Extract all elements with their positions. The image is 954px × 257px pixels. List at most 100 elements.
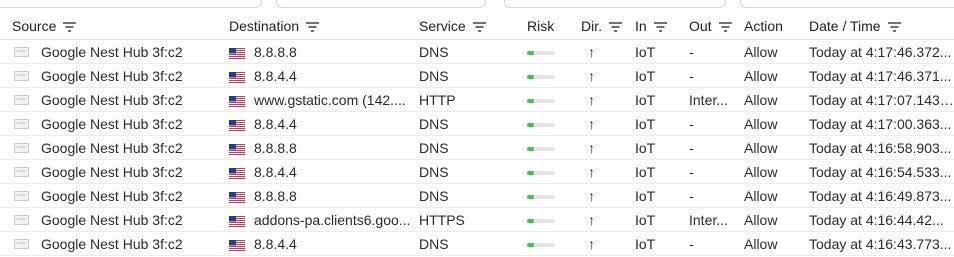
out-value: - xyxy=(689,163,694,180)
cell-source: Google Nest Hub 3f:c2 xyxy=(0,207,229,232)
device-icon xyxy=(14,214,29,225)
column-header-source[interactable]: Source xyxy=(0,12,229,40)
cell-destination: 8.8.4.4 xyxy=(229,111,419,136)
filter-icon[interactable] xyxy=(63,21,77,32)
column-header-label: Source xyxy=(12,17,57,34)
column-header-out[interactable]: Out xyxy=(689,12,744,40)
destination-value[interactable]: 8.8.8.8 xyxy=(254,140,297,156)
filter-icon[interactable] xyxy=(718,21,732,32)
cell-service: DNS xyxy=(419,183,527,208)
arrow-up-icon: ↑ xyxy=(588,67,595,84)
column-header-label: Service xyxy=(419,17,466,34)
filter-icon[interactable] xyxy=(472,21,486,32)
cell-service: DNS xyxy=(419,135,527,160)
table-row[interactable]: Google Nest Hub 3f:c2 8.8.4.4 DNS ↑ IoT - Allo… xyxy=(0,63,954,88)
cell-out: - xyxy=(689,111,744,136)
risk-meter xyxy=(527,194,555,199)
cell-datetime: Today at 4:16:58.903... xyxy=(809,135,954,160)
filter-control[interactable] xyxy=(504,0,726,8)
destination-value[interactable]: 8.8.4.4 xyxy=(254,236,297,252)
filter-icon[interactable] xyxy=(306,21,320,32)
source-name[interactable]: Google Nest Hub 3f:c2 xyxy=(41,44,183,60)
filter-icon[interactable] xyxy=(609,21,622,32)
in-value: IoT xyxy=(635,211,656,228)
cell-datetime: Today at 4:16:49.873... xyxy=(809,183,954,208)
table-row[interactable]: Google Nest Hub 3f:c2 8.8.8.8 DNS ↑ IoT - Allo… xyxy=(0,135,954,160)
cell-destination: 8.8.4.4 xyxy=(229,159,419,184)
table-row[interactable]: Google Nest Hub 3f:c2 8.8.8.8 DNS ↑ IoT - Allo… xyxy=(0,183,954,208)
out-value: - xyxy=(689,43,694,60)
datetime-value: Today at 4:16:49.873... xyxy=(809,187,952,204)
filter-control[interactable] xyxy=(740,0,954,8)
cell-action: Allow xyxy=(744,231,809,256)
table-row[interactable]: Google Nest Hub 3f:c2 8.8.8.8 DNS ↑ IoT - Allo… xyxy=(0,39,954,64)
table-row[interactable]: Google Nest Hub 3f:c2 addons-pa.clients6.… xyxy=(0,207,954,232)
service-value: HTTP xyxy=(419,91,456,108)
source-name[interactable]: Google Nest Hub 3f:c2 xyxy=(41,92,183,108)
datetime-value: Today at 4:17:07.143 ... xyxy=(809,91,954,108)
action-value: Allow xyxy=(744,43,778,60)
source-name[interactable]: Google Nest Hub 3f:c2 xyxy=(41,212,183,228)
source-name[interactable]: Google Nest Hub 3f:c2 xyxy=(41,140,183,156)
column-header-in[interactable]: In xyxy=(635,12,689,40)
cell-service: DNS xyxy=(419,231,527,256)
us-flag-icon xyxy=(229,118,245,131)
arrow-up-icon: ↑ xyxy=(588,163,595,180)
in-value: IoT xyxy=(635,115,656,132)
device-icon xyxy=(14,118,29,129)
source-name[interactable]: Google Nest Hub 3f:c2 xyxy=(41,116,183,132)
cell-service: DNS xyxy=(419,39,527,64)
source-name[interactable]: Google Nest Hub 3f:c2 xyxy=(41,164,183,180)
cell-service: HTTP xyxy=(419,87,527,112)
cell-destination: www.gstatic.com (142.... xyxy=(229,87,419,112)
cell-source: Google Nest Hub 3f:c2 xyxy=(0,159,229,184)
cell-in: IoT xyxy=(635,63,689,88)
cell-out: - xyxy=(689,135,744,160)
risk-meter xyxy=(527,122,555,127)
device-icon xyxy=(14,94,29,105)
column-header-destination[interactable]: Destination xyxy=(229,12,419,40)
risk-meter-fill xyxy=(527,146,534,151)
table-row[interactable]: Google Nest Hub 3f:c2 8.8.4.4 DNS ↑ IoT - Allo… xyxy=(0,231,954,256)
us-flag-icon xyxy=(229,190,245,203)
column-header-action[interactable]: Action xyxy=(744,12,809,40)
service-value: DNS xyxy=(419,187,449,204)
cell-in: IoT xyxy=(635,231,689,256)
source-name[interactable]: Google Nest Hub 3f:c2 xyxy=(41,236,183,252)
cell-destination: 8.8.4.4 xyxy=(229,63,419,88)
source-name[interactable]: Google Nest Hub 3f:c2 xyxy=(41,68,183,84)
out-value: - xyxy=(689,187,694,204)
destination-value[interactable]: 8.8.4.4 xyxy=(254,164,297,180)
us-flag-icon xyxy=(229,70,245,83)
column-header-label: Date / Time xyxy=(809,17,881,34)
risk-meter xyxy=(527,74,555,79)
action-value: Allow xyxy=(744,187,778,204)
destination-value[interactable]: 8.8.4.4 xyxy=(254,68,297,84)
table-row[interactable]: Google Nest Hub 3f:c2 8.8.4.4 DNS ↑ IoT - Allo… xyxy=(0,111,954,136)
destination-value[interactable]: addons-pa.clients6.goo... xyxy=(254,212,410,228)
out-value: Inter... xyxy=(689,211,728,228)
arrow-up-icon: ↑ xyxy=(588,91,595,108)
column-header-direction[interactable]: Dir. xyxy=(581,12,635,40)
filter-icon[interactable] xyxy=(887,21,901,32)
column-header-datetime[interactable]: Date / Time xyxy=(809,12,954,40)
cell-in: IoT xyxy=(635,159,689,184)
destination-value[interactable]: www.gstatic.com (142.... xyxy=(254,92,406,108)
column-header-risk[interactable]: Risk xyxy=(527,12,581,40)
filter-control[interactable] xyxy=(0,0,262,8)
risk-meter-fill xyxy=(527,194,534,199)
filter-control[interactable] xyxy=(276,0,486,8)
table-row[interactable]: Google Nest Hub 3f:c2 www.gstatic.com (14… xyxy=(0,87,954,112)
cell-service: DNS xyxy=(419,63,527,88)
table-row[interactable]: Google Nest Hub 3f:c2 8.8.4.4 DNS ↑ IoT - Allo… xyxy=(0,159,954,184)
column-header-service[interactable]: Service xyxy=(419,12,527,40)
service-value: HTTPS xyxy=(419,211,465,228)
service-value: DNS xyxy=(419,115,449,132)
destination-value[interactable]: 8.8.8.8 xyxy=(254,188,297,204)
filter-icon[interactable] xyxy=(653,21,667,32)
device-icon xyxy=(14,190,29,201)
destination-value[interactable]: 8.8.8.8 xyxy=(254,44,297,60)
destination-value[interactable]: 8.8.4.4 xyxy=(254,116,297,132)
cell-datetime: Today at 4:16:43.773... xyxy=(809,231,954,256)
source-name[interactable]: Google Nest Hub 3f:c2 xyxy=(41,188,183,204)
